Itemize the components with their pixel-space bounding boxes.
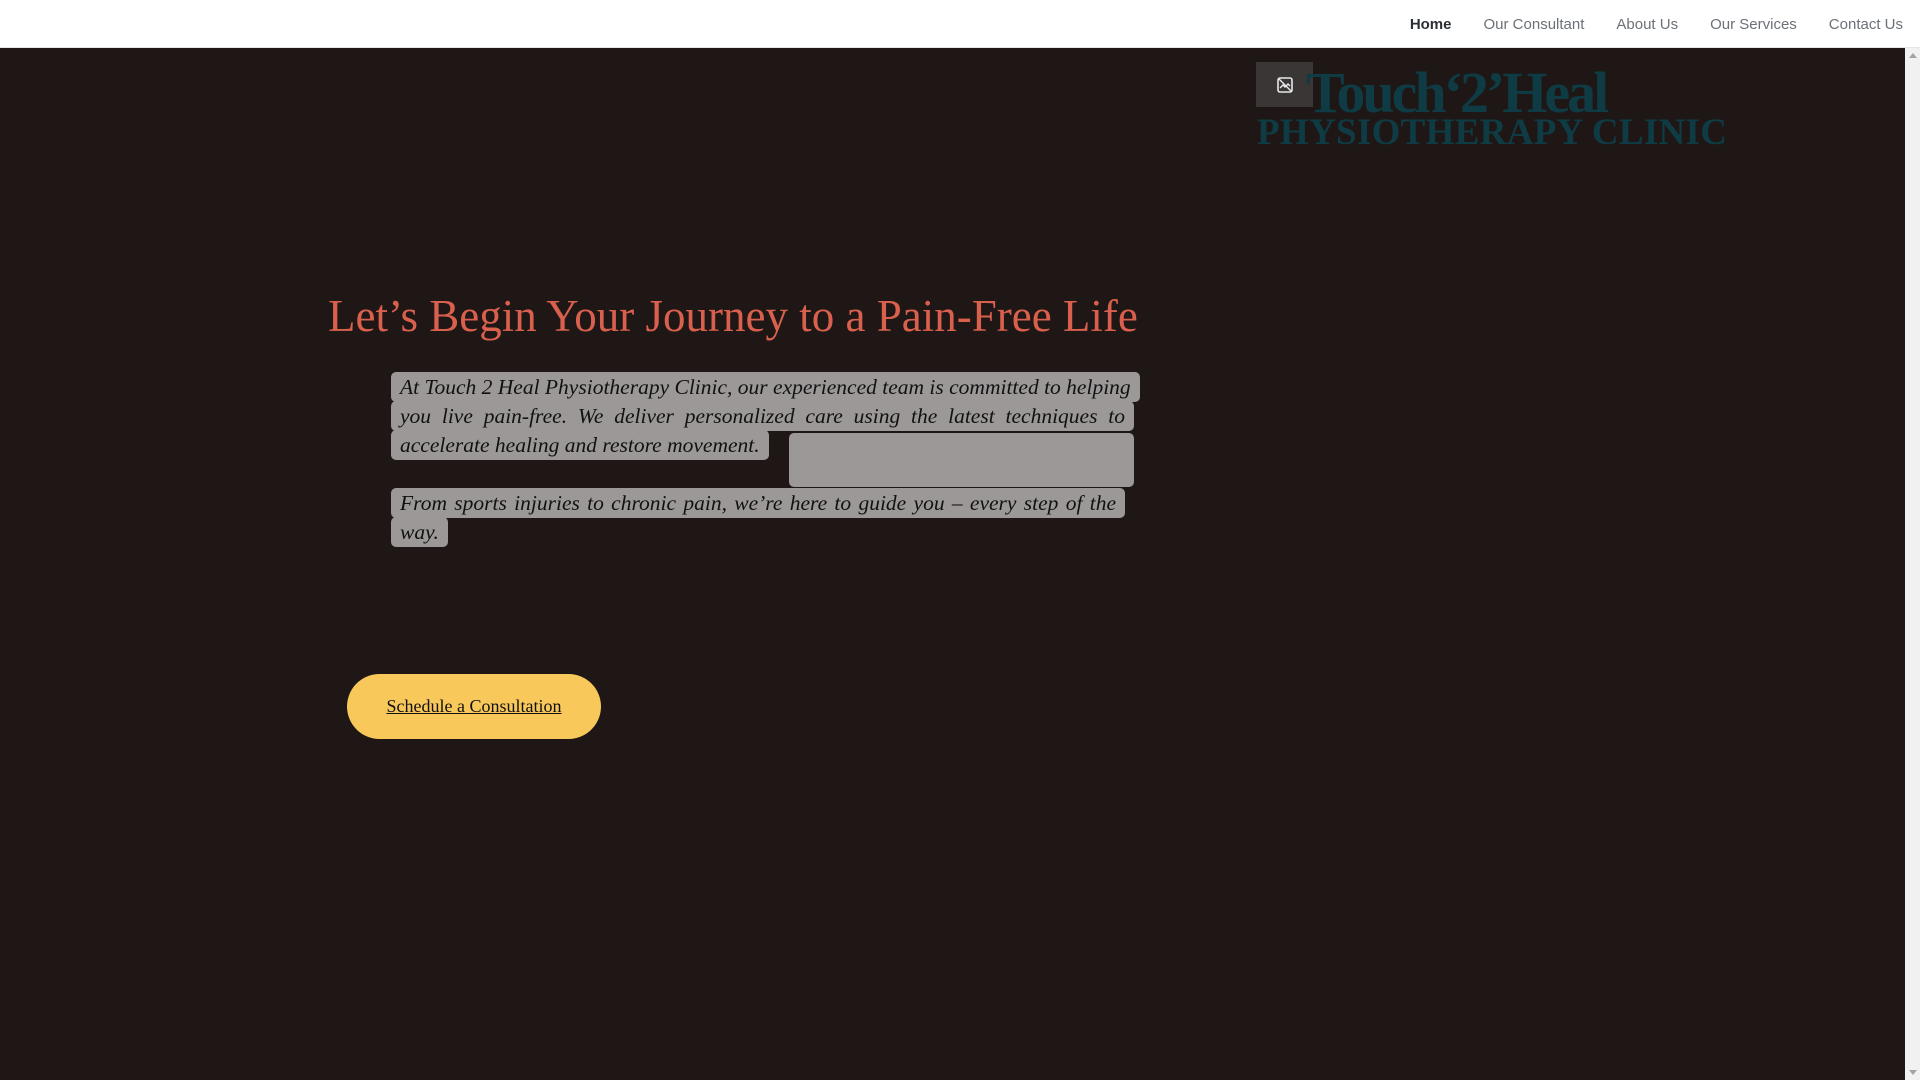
broken-image-icon (1256, 62, 1313, 107)
image-placeholder-icon (1276, 76, 1293, 93)
hero-paragraph-1-text: At Touch 2 Heal Physiotherapy Clinic, ou… (391, 372, 1140, 460)
scroll-up-icon[interactable] (1909, 53, 1917, 58)
nav-contact-us[interactable]: Contact Us (1829, 16, 1903, 33)
hero-section (0, 48, 1905, 1080)
nav-home[interactable]: Home (1410, 16, 1452, 33)
hero-description: At Touch 2 Heal Physiotherapy Clinic, ou… (391, 372, 1140, 547)
schedule-consultation-button[interactable]: Schedule a Consultation (347, 674, 601, 739)
hero-paragraph-2-text: From sports injuries to chronic pain, we… (391, 488, 1125, 547)
hero-paragraph-1: At Touch 2 Heal Physiotherapy Clinic, ou… (391, 372, 1140, 460)
hero-headline: Let’s Begin Your Journey to a Pain-Free … (328, 291, 1138, 341)
nav-about-us[interactable]: About Us (1616, 16, 1678, 33)
clinic-logo-subtitle: PHYSIOTHERAPY CLINIC (1257, 112, 1728, 153)
nav-our-services[interactable]: Our Services (1710, 16, 1797, 33)
main-nav: Home Our Consultant About Us Our Service… (1378, 0, 1903, 48)
top-navigation-bar: Home Our Consultant About Us Our Service… (0, 0, 1920, 48)
scroll-down-icon[interactable] (1909, 1070, 1917, 1075)
hero-paragraph-2: From sports injuries to chronic pain, we… (391, 488, 1134, 547)
nav-our-consultant[interactable]: Our Consultant (1484, 16, 1585, 33)
vertical-scrollbar[interactable] (1905, 48, 1920, 1080)
